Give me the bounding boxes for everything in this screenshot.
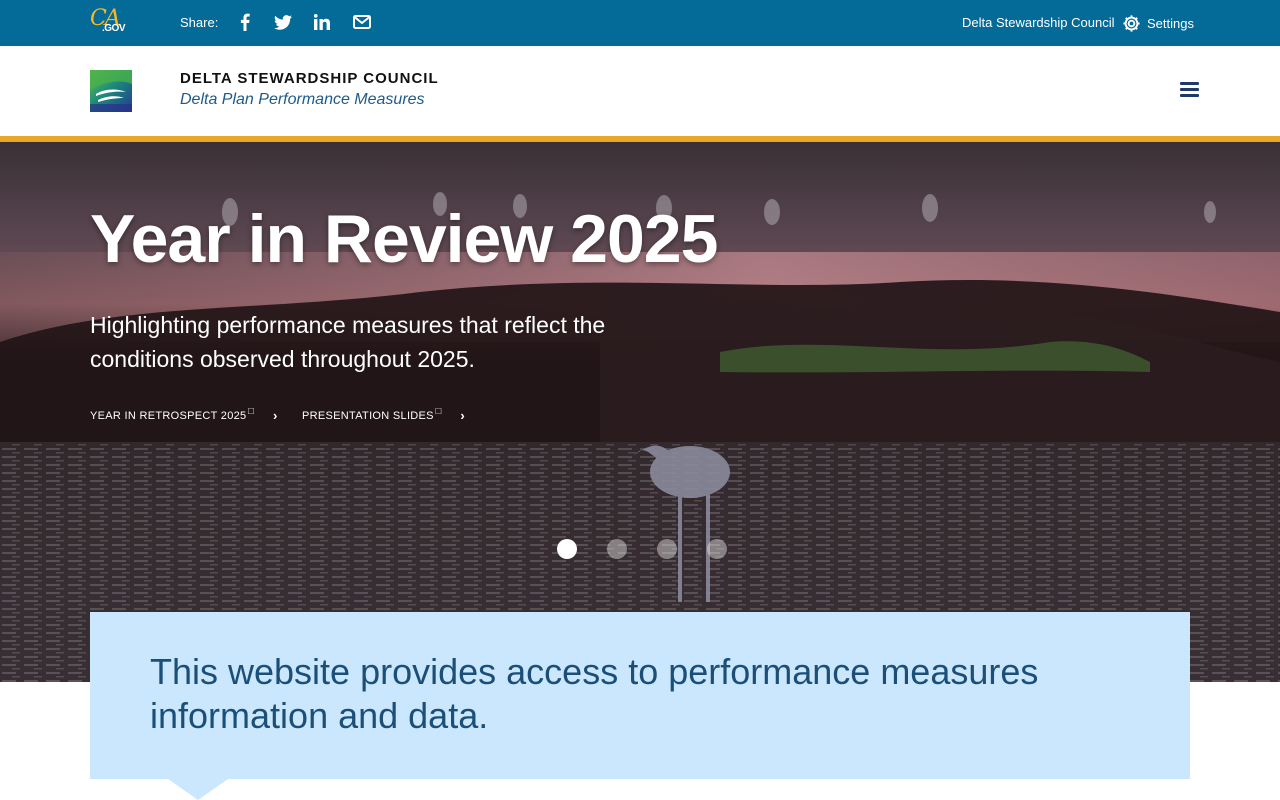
hero-carousel: Year in Review 2025 Highlighting perform… bbox=[0, 142, 1280, 682]
hero-title: Year in Review 2025 bbox=[90, 201, 718, 277]
carousel-dot-1[interactable] bbox=[557, 539, 577, 559]
external-link-icon: ☐ bbox=[247, 407, 255, 416]
chevron-right-icon: › bbox=[272, 408, 278, 423]
gear-icon bbox=[1122, 14, 1141, 33]
menu-bar-icon bbox=[1180, 88, 1199, 91]
facebook-icon[interactable] bbox=[239, 12, 251, 32]
delta-stewardship-council-link[interactable]: Delta Stewardship Council bbox=[962, 15, 1114, 30]
hero-description: Highlighting performance measures that r… bbox=[90, 312, 606, 372]
external-link-icon: ☐ bbox=[434, 407, 443, 416]
site-subtitle: Delta Plan Performance Measures bbox=[180, 91, 425, 108]
envelope-icon[interactable] bbox=[353, 12, 371, 32]
delta-stewardship-council-logo[interactable] bbox=[90, 70, 132, 112]
utility-header: CA .GOV Share: Delta Stewardship Council… bbox=[0, 0, 1280, 46]
ca-logo-gov: .GOV bbox=[102, 23, 126, 34]
site-title: DELTA STEWARDSHIP COUNCIL bbox=[180, 70, 439, 87]
share-label: Share: bbox=[180, 15, 219, 30]
callout-pointer bbox=[168, 779, 228, 800]
year-in-retrospect-link[interactable]: YEAR IN RETROSPECT 2025 ☐ › bbox=[90, 407, 278, 423]
twitter-icon[interactable] bbox=[273, 12, 292, 32]
settings-button[interactable]: Settings bbox=[1122, 12, 1194, 34]
hero-link-label: PRESENTATION SLIDES bbox=[302, 409, 434, 422]
settings-label: Settings bbox=[1147, 15, 1194, 31]
site-branding: DELTA STEWARDSHIP COUNCIL Delta Plan Per… bbox=[0, 46, 1280, 136]
carousel-dot-3[interactable] bbox=[657, 539, 677, 559]
carousel-dot-4[interactable] bbox=[707, 539, 727, 559]
chevron-right-icon: › bbox=[460, 408, 465, 423]
ca-gov-logo[interactable]: CA .GOV bbox=[90, 6, 130, 38]
intro-callout: This website provides access to performa… bbox=[90, 612, 1190, 779]
presentation-slides-link[interactable]: PRESENTATION SLIDES ☐ › bbox=[302, 407, 465, 423]
hero-link-label: YEAR IN RETROSPECT 2025 bbox=[90, 409, 247, 422]
hamburger-menu-button[interactable] bbox=[1178, 80, 1202, 100]
intro-callout-text: This website provides access to performa… bbox=[150, 651, 1039, 736]
menu-bar-icon bbox=[1180, 82, 1199, 85]
linkedin-icon[interactable] bbox=[313, 12, 330, 32]
carousel-dot-2[interactable] bbox=[607, 539, 627, 559]
carousel-indicators bbox=[557, 539, 727, 559]
menu-bar-icon bbox=[1180, 94, 1199, 97]
